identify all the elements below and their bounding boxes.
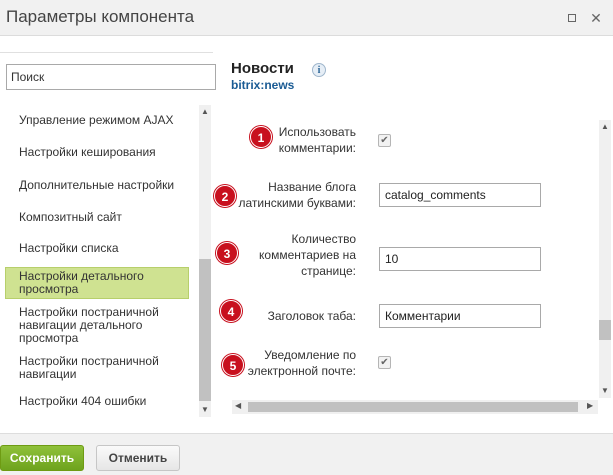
scrollbar-thumb[interactable] — [199, 259, 211, 401]
cancel-button[interactable]: Отменить — [96, 445, 180, 471]
param-label-tab-title: Заголовок таба: — [267, 309, 356, 323]
sidebar-scrollbar[interactable]: ▲ ▼ — [199, 105, 211, 417]
close-icon[interactable]: ✕ — [590, 11, 602, 25]
params-scrollbar[interactable]: ▲ ▼ — [599, 120, 611, 398]
params-panel: Новости i bitrix:news 1 Использовать ком… — [214, 52, 613, 420]
use-comments-checkbox[interactable]: ✔ — [378, 134, 391, 147]
sidebar-item-cache[interactable]: Настройки кеширования — [6, 146, 198, 159]
info-icon[interactable]: i — [312, 63, 326, 77]
param-label-blog-name: Название блога латинскими буквами: — [238, 180, 356, 210]
param-label-comments-per-page: Количество комментариев на странице: — [259, 232, 356, 278]
hscrollbar-thumb[interactable] — [248, 402, 578, 412]
sidebar-nav: Управление режимом AJAX Настройки кеширо… — [0, 99, 198, 419]
sidebar-item-additional[interactable]: Дополнительные настройки — [6, 179, 198, 192]
component-code: bitrix:news — [231, 78, 295, 92]
blog-name-input[interactable] — [379, 183, 541, 207]
param-label-use-comments: Использовать комментарии: — [278, 125, 356, 155]
scroll-up-icon[interactable]: ▲ — [199, 107, 211, 116]
sidebar-item-404[interactable]: Настройки 404 ошибки — [6, 395, 198, 408]
sidebar-item-detail-pagination[interactable]: Настройки постраничной навигации детальн… — [6, 306, 186, 345]
save-button[interactable]: Сохранить — [0, 445, 84, 471]
tab-title-input[interactable] — [379, 304, 541, 328]
title-bar: Параметры компонента ✕ — [0, 0, 613, 36]
search-input[interactable] — [6, 64, 216, 90]
sidebar-item-detail[interactable]: Настройки детального просмотра — [5, 267, 189, 299]
scroll-left-icon[interactable]: ◀ — [235, 401, 241, 410]
params-hscrollbar[interactable]: ◀ ▶ — [232, 400, 598, 414]
comments-per-page-input[interactable] — [379, 247, 541, 271]
sidebar-item-composite[interactable]: Композитный сайт — [6, 211, 198, 224]
sidebar-item-list[interactable]: Настройки списка — [6, 242, 198, 255]
scroll-right-icon[interactable]: ▶ — [587, 401, 593, 410]
sidebar-item-pagination[interactable]: Настройки постраничной навигации — [6, 355, 186, 381]
sidebar-item-ajax[interactable]: Управление режимом AJAX — [6, 114, 198, 127]
window-title: Параметры компонента — [6, 7, 195, 26]
sidebar-panel: Управление режимом AJAX Настройки кеширо… — [0, 52, 216, 420]
param-label-email-notify: Уведомление по электронной почте: — [247, 348, 356, 378]
component-title: Новости — [231, 60, 294, 77]
footer-bar: Сохранить Отменить — [0, 433, 613, 475]
email-notify-checkbox[interactable]: ✔ — [378, 356, 391, 369]
scroll-up-icon[interactable]: ▲ — [599, 122, 611, 131]
scroll-down-icon[interactable]: ▼ — [199, 405, 211, 414]
scrollbar-thumb[interactable] — [599, 320, 611, 340]
maximize-icon[interactable] — [566, 12, 578, 24]
scroll-down-icon[interactable]: ▼ — [599, 386, 611, 395]
